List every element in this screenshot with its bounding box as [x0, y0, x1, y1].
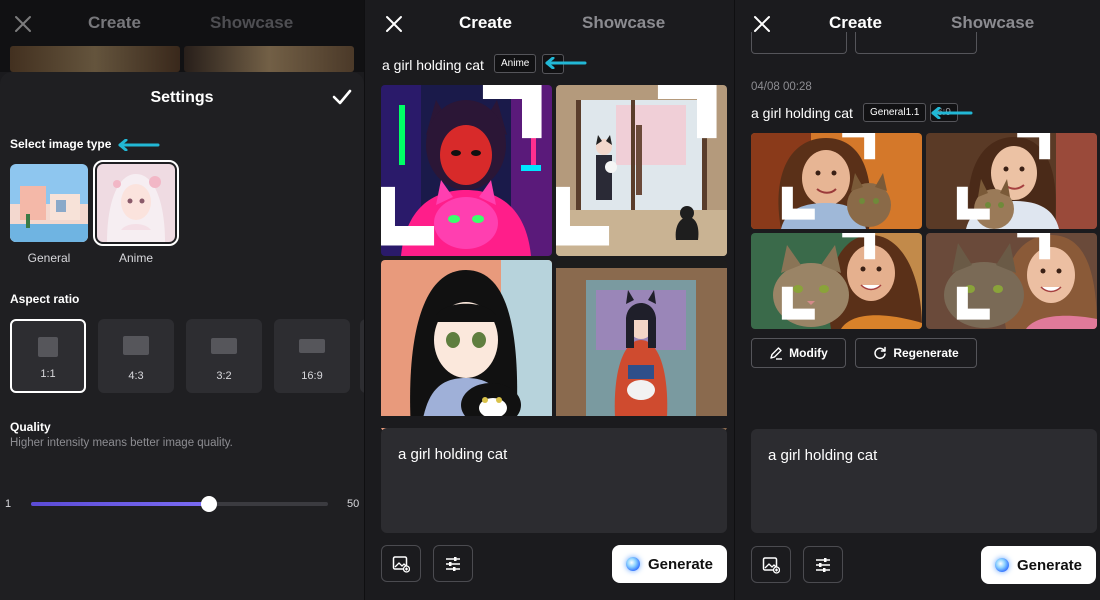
result-prompt: a girl holding cat	[382, 57, 484, 73]
expand-icon[interactable]	[926, 133, 1089, 221]
sliders-icon	[446, 556, 460, 571]
anime-thumbnail-image	[97, 164, 175, 242]
quality-hint: Higher intensity means better image qual…	[10, 437, 233, 449]
regenerate-button[interactable]: Regenerate	[855, 338, 977, 368]
image-type-anime[interactable]	[93, 160, 179, 246]
aspect-ratio-16-9[interactable]: 16:9	[274, 319, 350, 393]
arrow-left-icon	[118, 139, 160, 151]
tab-create[interactable]: Create	[459, 13, 512, 33]
sliders-icon	[816, 557, 830, 572]
image-type-general[interactable]	[10, 164, 88, 242]
arrow-left-icon	[545, 57, 587, 69]
general-results-panel: Create Showcase 04/08 00:28 a girl holdi…	[734, 0, 1100, 600]
sparkle-orb-icon	[994, 558, 1009, 572]
ratio-shape	[123, 336, 149, 355]
quality-slider[interactable]	[31, 496, 328, 512]
tab-showcase[interactable]: Showcase	[582, 13, 665, 33]
ratio-shape	[38, 337, 58, 357]
anime-results-panel: Create Showcase a girl holding cat Anime	[364, 0, 734, 600]
tab-create[interactable]: Create	[88, 13, 141, 33]
generate-button[interactable]: Generate	[612, 545, 727, 583]
sparkle-orb-icon	[625, 557, 640, 571]
regenerate-button-previous[interactable]	[855, 32, 977, 54]
modify-button-previous[interactable]	[751, 32, 847, 54]
expand-icon[interactable]	[556, 85, 719, 248]
top-bar: Create Showcase	[365, 0, 734, 48]
aspect-ratio-1-1[interactable]: 1:1	[10, 319, 86, 393]
quality-slider-thumb[interactable]	[201, 496, 218, 512]
sheet-title: Settings	[150, 89, 214, 106]
prompt-input[interactable]: a girl holding cat	[381, 428, 727, 533]
ratio-shape	[299, 339, 325, 353]
generate-label: Generate	[647, 555, 714, 573]
aspect-ratio-4-3[interactable]: 4:3	[98, 319, 174, 393]
tab-create[interactable]: Create	[829, 13, 882, 33]
background-image-thumbnail	[10, 46, 180, 72]
arrow-left-icon	[931, 107, 973, 119]
generated-image[interactable]	[556, 260, 727, 431]
background-image-thumbnail	[184, 46, 354, 72]
image-type-label-general: General	[27, 251, 71, 265]
result-prompt: a girl holding cat	[751, 105, 853, 121]
image-add-icon	[762, 556, 780, 574]
prompt-input[interactable]: a girl holding cat	[751, 429, 1097, 533]
generated-image[interactable]	[556, 85, 727, 256]
expand-icon[interactable]	[926, 233, 1089, 321]
scroll-mask	[735, 416, 1100, 428]
add-image-button[interactable]	[751, 546, 791, 583]
tab-showcase[interactable]: Showcase	[951, 13, 1034, 33]
settings-panel: Create Showcase Settings Select image ty…	[0, 0, 364, 600]
add-image-button[interactable]	[381, 545, 421, 582]
settings-sliders-button[interactable]	[803, 546, 843, 583]
quality-label: Quality	[10, 420, 51, 434]
dimmed-background: Create Showcase	[0, 0, 364, 72]
aspect-ratio-3-2[interactable]: 3:2	[186, 319, 262, 393]
quality-max-label: 50	[347, 498, 360, 510]
quality-min-label: 1	[5, 498, 12, 510]
generate-button[interactable]: Generate	[981, 546, 1096, 584]
quality-slider-fill	[31, 502, 210, 506]
image-type-label: Select image type	[10, 137, 112, 151]
close-icon[interactable]	[383, 13, 405, 35]
ratio-shape	[211, 338, 237, 354]
expand-icon[interactable]	[751, 133, 914, 221]
edit-icon	[770, 347, 783, 360]
checkmark-icon[interactable]	[332, 88, 352, 106]
generated-image[interactable]	[381, 260, 552, 431]
aspect-ratio-label: Aspect ratio	[10, 292, 80, 306]
generation-date: 04/08 00:28	[751, 81, 812, 93]
modify-button[interactable]: Modify	[751, 338, 846, 368]
refresh-icon	[874, 346, 887, 360]
scroll-mask	[365, 416, 734, 428]
modify-label: Modify	[789, 346, 828, 360]
style-tag: Anime	[494, 54, 537, 73]
settings-sheet: Settings Select image type General Anime…	[0, 72, 364, 600]
expand-icon[interactable]	[751, 233, 914, 321]
generated-image[interactable]	[751, 233, 922, 329]
style-tag: General1.1	[863, 103, 927, 122]
image-add-icon	[392, 555, 410, 573]
ratio-label: 1:1	[40, 368, 56, 380]
generated-image[interactable]	[381, 85, 552, 256]
ratio-label: 16:9	[301, 370, 323, 382]
general-thumbnail-image	[10, 164, 88, 242]
close-icon[interactable]	[12, 13, 34, 35]
regenerate-label: Regenerate	[893, 346, 959, 360]
generated-image[interactable]	[926, 233, 1097, 329]
ratio-label: 4:3	[128, 370, 144, 382]
image-type-label-anime: Anime	[118, 251, 153, 265]
generate-label: Generate	[1016, 556, 1083, 574]
generated-image[interactable]	[926, 133, 1097, 229]
expand-icon[interactable]	[381, 85, 544, 248]
settings-sliders-button[interactable]	[433, 545, 473, 582]
generated-image[interactable]	[751, 133, 922, 229]
ratio-label: 3:2	[216, 370, 232, 382]
tab-showcase[interactable]: Showcase	[210, 13, 293, 33]
